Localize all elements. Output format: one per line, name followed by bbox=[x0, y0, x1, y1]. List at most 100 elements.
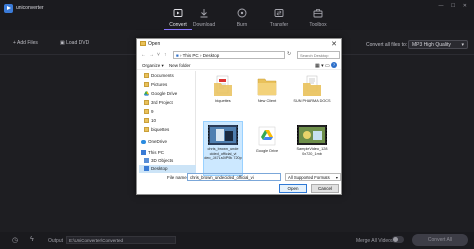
forward-arrow-icon[interactable]: → bbox=[149, 52, 154, 58]
app-name: uniconverter bbox=[16, 5, 44, 11]
folder-icon bbox=[144, 109, 149, 114]
nav-item-label: This PC bbox=[148, 150, 165, 155]
chevron-down-icon[interactable]: ˅ bbox=[157, 52, 160, 58]
merge-all-toggle[interactable] bbox=[392, 236, 404, 243]
file-name-row: File name: chris_brown_undecided_officia… bbox=[137, 172, 341, 183]
disc-icon bbox=[237, 8, 247, 18]
nav-item-label: OneDrive bbox=[148, 139, 168, 144]
command-bar: Organize ▾ New folder ▦ ▾ ▭ ? bbox=[137, 61, 341, 70]
back-arrow-icon[interactable]: ← bbox=[141, 52, 146, 58]
file-name: Google Drive bbox=[255, 149, 279, 153]
output-path-field[interactable]: E:\UniConverter\Converted bbox=[66, 236, 176, 244]
convert-all-button[interactable]: Convert All bbox=[412, 234, 468, 246]
nav-item-this-pc[interactable]: This PC bbox=[139, 149, 196, 157]
chevron-down-icon: ▾ bbox=[461, 42, 464, 48]
folder-icon bbox=[144, 127, 149, 132]
file-name: SampleVideo_128 0x720_1mb bbox=[296, 147, 328, 156]
up-arrow-icon[interactable]: ↑ bbox=[164, 52, 167, 58]
breadcrumb-this-pc[interactable]: This PC bbox=[183, 53, 199, 58]
open-button[interactable]: Open bbox=[279, 184, 307, 193]
nav-item-3rd-project[interactable]: 3rd Project bbox=[139, 99, 196, 107]
computer-icon: ■ bbox=[176, 53, 179, 58]
download-icon bbox=[200, 9, 208, 18]
nav-item-documents[interactable]: Documents bbox=[139, 72, 196, 80]
nav-item-google-drive[interactable]: Google Drive bbox=[139, 90, 196, 98]
new-folder-button[interactable]: New folder bbox=[169, 63, 191, 68]
file-type-value: All Supported Formats bbox=[288, 175, 330, 180]
nav-item-label: 3rd Project bbox=[151, 100, 173, 105]
file-item-biquettes[interactable]: biquettes bbox=[203, 75, 243, 123]
folder-with-document-icon bbox=[214, 75, 232, 96]
computer-icon bbox=[141, 150, 146, 155]
clock-icon[interactable]: ◷ bbox=[12, 236, 18, 244]
add-files-button[interactable]: + Add Files bbox=[13, 40, 38, 46]
lightning-icon[interactable]: ϟ bbox=[30, 236, 34, 243]
file-name: New Client bbox=[257, 99, 277, 103]
close-icon[interactable]: ✕ bbox=[331, 40, 337, 48]
nav-item-label: Google Drive bbox=[151, 91, 178, 96]
view-options-icon[interactable]: ▦ ▾ bbox=[315, 63, 324, 69]
video-thumbnail-icon bbox=[297, 125, 327, 145]
chevron-down-icon: ▾ bbox=[335, 175, 338, 180]
load-dvd-button[interactable]: ▣ Load DVD bbox=[60, 40, 89, 46]
folder-icon bbox=[144, 100, 149, 105]
breadcrumb-sep: › bbox=[199, 53, 202, 58]
file-list: biquettes New Client SUN PHARMA DOCS chr… bbox=[199, 71, 340, 176]
refresh-icon[interactable]: ↻ bbox=[287, 51, 291, 57]
cancel-button[interactable]: Cancel bbox=[311, 184, 339, 193]
file-name-input[interactable]: chris_brown_undecided_official_vi bbox=[187, 173, 281, 181]
nav-item-label: 3D Objects bbox=[151, 158, 174, 163]
preview-pane-icon[interactable]: ▭ bbox=[325, 63, 330, 69]
video-thumbnail-icon bbox=[208, 125, 238, 145]
address-bar[interactable]: ■ › This PC › Desktop bbox=[173, 51, 285, 59]
file-item-google-drive[interactable]: Google Drive bbox=[247, 123, 287, 171]
folder-icon bbox=[257, 78, 277, 96]
google-drive-icon bbox=[144, 91, 149, 96]
file-item-sample-video[interactable]: SampleVideo_128 0x720_1mb bbox=[292, 123, 332, 171]
nav-item-biquettes[interactable]: biquettes bbox=[139, 126, 196, 134]
cube-icon bbox=[144, 158, 149, 163]
file-name: SUN PHARMA DOCS bbox=[293, 99, 331, 103]
output-format-select[interactable]: MP3 High Quality ▾ bbox=[408, 40, 468, 49]
nav-item-pictures[interactable]: Pictures bbox=[139, 81, 196, 89]
nav-item-label: 10 bbox=[151, 118, 157, 123]
dialog-title-bar: Open ✕ bbox=[137, 39, 341, 49]
file-name-label: File name: bbox=[167, 175, 189, 180]
open-file-dialog: Open ✕ ← → ˅ ↑ ■ › This PC › Desktop ↻ S… bbox=[136, 38, 342, 195]
file-item-sun-pharma-docs[interactable]: SUN PHARMA DOCS bbox=[292, 75, 332, 123]
desktop-icon bbox=[144, 166, 149, 171]
file-name: chris_brown_unde cided_official_vi deo_J… bbox=[204, 147, 242, 161]
help-icon[interactable]: ? bbox=[331, 62, 337, 68]
search-input[interactable]: Search Desktop bbox=[297, 51, 340, 59]
folder-icon bbox=[140, 41, 146, 46]
breadcrumb-desktop[interactable]: Desktop bbox=[203, 53, 220, 58]
folder-icon bbox=[144, 82, 149, 87]
app-top-bar: uniconverter Convert Download Burn Trans… bbox=[0, 0, 474, 30]
folder-icon bbox=[144, 73, 149, 78]
nav-item-9[interactable]: 9 bbox=[139, 108, 196, 116]
nav-item-label: Documents bbox=[151, 73, 174, 78]
search-placeholder: Search Desktop bbox=[300, 53, 329, 58]
nav-item-onedrive[interactable]: OneDrive bbox=[139, 138, 196, 146]
file-name: biquettes bbox=[215, 99, 231, 103]
nav-item-10[interactable]: 10 bbox=[139, 117, 196, 125]
convert-all-label: Convert all files to: bbox=[366, 42, 408, 48]
breadcrumb-sep: › bbox=[179, 53, 182, 58]
file-item-new-client[interactable]: New Client bbox=[247, 75, 287, 123]
folder-icon bbox=[144, 118, 149, 123]
nav-item-3d-objects[interactable]: 3D Objects bbox=[139, 157, 196, 165]
file-item-chris-brown-video[interactable]: chris_brown_unde cided_official_vi deo_J… bbox=[203, 121, 243, 176]
file-type-filter[interactable]: All Supported Formats ▾ bbox=[285, 173, 341, 181]
cloud-icon bbox=[141, 140, 146, 144]
folder-with-document-icon bbox=[303, 75, 321, 96]
transfer-icon bbox=[274, 9, 284, 17]
tab-toolbox[interactable]: Toolbox bbox=[292, 0, 344, 30]
merge-all-label: Merge All Videos bbox=[356, 238, 394, 244]
window-controls[interactable]: — ☐ ✕ bbox=[439, 3, 470, 9]
nav-item-label: 9 bbox=[151, 109, 154, 114]
app-logo-icon bbox=[4, 4, 13, 13]
dialog-title: Open bbox=[148, 41, 161, 47]
organize-button[interactable]: Organize ▾ bbox=[142, 63, 164, 69]
navigation-pane: Documents Pictures Google Drive 3rd Proj… bbox=[139, 71, 196, 173]
google-drive-icon bbox=[258, 126, 276, 146]
